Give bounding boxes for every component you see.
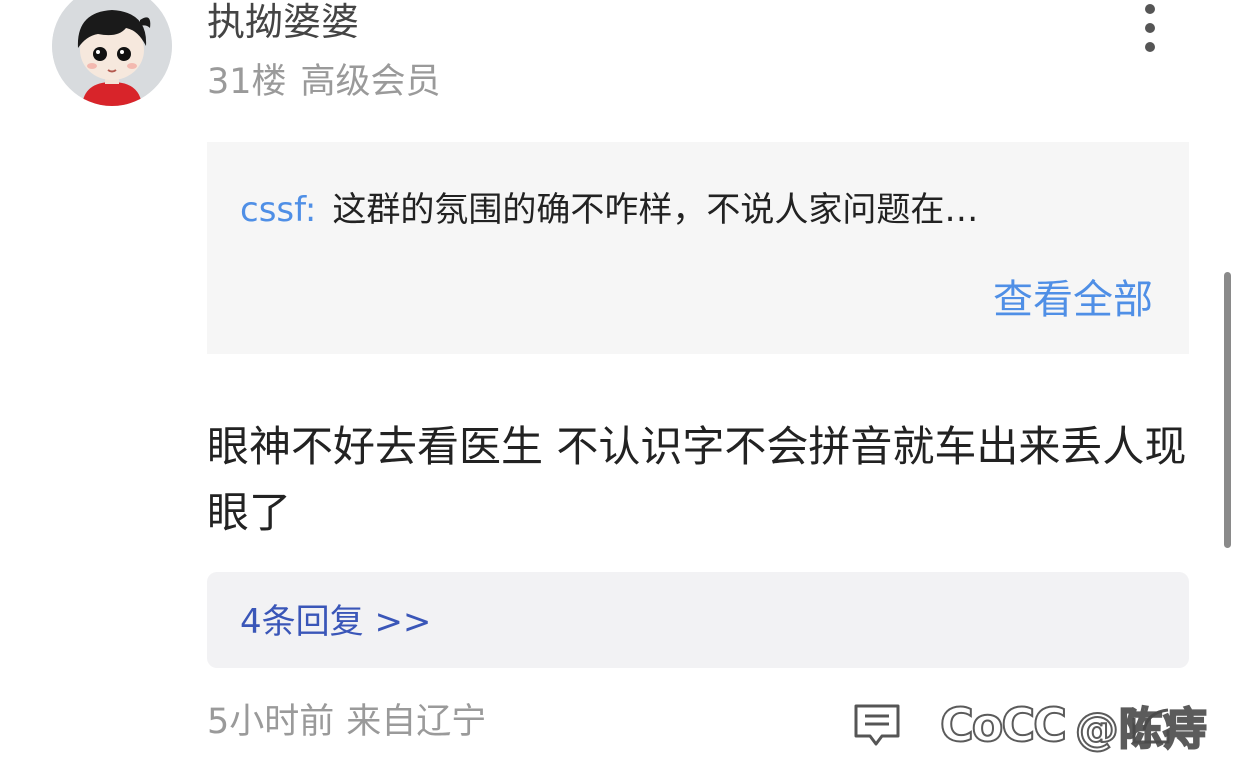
floor-number: 31楼 [207, 62, 287, 102]
avatar-cartoon-girl-image [52, 0, 172, 106]
more-vertical-icon [1145, 4, 1155, 52]
view-replies-link[interactable]: 4条回复 >> [240, 600, 431, 644]
view-all-link[interactable]: 查看全部 [993, 276, 1153, 324]
watermark-logo: CoCC [939, 697, 1068, 753]
post-location: 来自辽宁 [346, 702, 487, 742]
scrollbar[interactable] [1224, 272, 1231, 548]
reply-button[interactable] [852, 702, 902, 750]
quote-line: cssf: 这群的氛围的确不咋样，不说人家问题在… [240, 188, 978, 232]
username[interactable]: 执拗婆婆 [207, 0, 359, 44]
member-level: 高级会员 [300, 62, 441, 102]
avatar[interactable] [52, 0, 172, 106]
quoted-comment: cssf: 这群的氛围的确不咋样，不说人家问题在… 查看全部 [207, 142, 1189, 354]
more-options-button[interactable] [1132, 0, 1168, 56]
user-meta: 31楼 高级会员 [207, 60, 441, 104]
watermark: CoCC @陈痔 [939, 690, 1208, 760]
quote-text: 这群的氛围的确不咋样，不说人家问题在… [332, 190, 979, 230]
quote-author[interactable]: cssf: [240, 190, 316, 230]
comment-footer-meta: 5小时前 来自辽宁 [207, 700, 486, 744]
post-time: 5小时前 [207, 702, 335, 742]
replies-panel[interactable]: 4条回复 >> [207, 572, 1189, 668]
comment-body: 眼神不好去看医生 不认识字不会拼音就车出来丢人现眼了 [207, 422, 1187, 537]
watermark-handle: @陈痔 [1074, 703, 1208, 756]
comment-icon [854, 704, 900, 746]
